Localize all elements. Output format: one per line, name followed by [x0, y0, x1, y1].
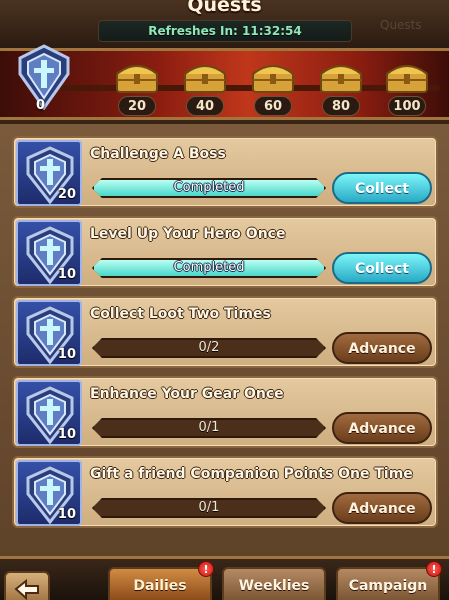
quest-title: Collect Loot Two Times — [90, 306, 271, 322]
milestone-points: 0 — [36, 98, 46, 113]
quest-shield-icon: 10 — [16, 380, 82, 446]
quest-reward-points: 10 — [57, 507, 76, 522]
quest-shield-icon: 10 — [16, 460, 82, 526]
quest-shield-icon: 10 — [16, 220, 82, 286]
quest-advance-button[interactable]: Advance — [332, 332, 432, 364]
alert-badge-icon: ! — [426, 561, 442, 577]
treasure-chest-icon[interactable] — [250, 60, 296, 94]
quest-card: 10 Enhance Your Gear Once 0/1 Advance — [12, 376, 438, 448]
quest-progress-text: 0/1 — [198, 500, 220, 515]
back-button[interactable] — [4, 571, 50, 600]
alert-badge-icon: ! — [198, 561, 214, 577]
treasure-chest-icon[interactable] — [384, 60, 430, 94]
quest-advance-button[interactable]: Advance — [332, 412, 432, 444]
quest-collect-button[interactable]: Collect — [332, 172, 432, 204]
quest-progress-text: 0/1 — [198, 420, 220, 435]
quest-progress-text: 0/2 — [198, 340, 220, 355]
quest-title: Enhance Your Gear Once — [90, 386, 284, 402]
quest-reward-points: 20 — [57, 187, 76, 202]
treasure-chest-icon[interactable] — [318, 60, 364, 94]
treasure-chest-icon[interactable] — [182, 60, 228, 94]
page-title: Quests — [187, 0, 262, 16]
quest-title: Challenge A Boss — [90, 146, 226, 162]
quest-card: 10 Gift a friend Companion Points One Tim… — [12, 456, 438, 528]
tab-weeklies[interactable]: Weeklies — [222, 567, 326, 600]
quest-progress-bar: Completed — [92, 178, 326, 198]
quest-shield-icon: 20 — [16, 140, 82, 206]
chest-threshold-label: 100 — [388, 96, 426, 116]
quest-card: 20 Challenge A Boss Completed Collect — [12, 136, 438, 208]
chest-threshold-label: 60 — [254, 96, 292, 116]
quest-shield-icon: 10 — [16, 300, 82, 366]
quest-card: 10 Level Up Your Hero Once Completed Collec… — [12, 216, 438, 288]
quest-progress-bar: 0/1 — [92, 418, 326, 438]
quest-title: Gift a friend Companion Points One Time — [90, 466, 413, 482]
quest-collect-button[interactable]: Collect — [332, 252, 432, 284]
quest-reward-points: 10 — [57, 347, 76, 362]
side-ghost-label: Quests — [380, 18, 422, 32]
chest-threshold-label: 20 — [118, 96, 156, 116]
quest-progress-bar: Completed — [92, 258, 326, 278]
quest-progress-bar: 0/2 — [92, 338, 326, 358]
quest-progress-bar: 0/1 — [92, 498, 326, 518]
quest-card: 10 Collect Loot Two Times 0/2 Advance — [12, 296, 438, 368]
quest-reward-points: 10 — [57, 427, 76, 442]
quest-list[interactable]: 20 Challenge A Boss Completed Collect 10 Leve… — [0, 124, 449, 556]
treasure-chest-icon[interactable] — [114, 60, 160, 94]
quest-progress-text: Completed — [173, 260, 245, 275]
quests-screen: Quests Quests Refreshes In: 11:32:54 0 2… — [0, 0, 449, 600]
chest-threshold-label: 40 — [186, 96, 224, 116]
quest-progress-text: Completed — [173, 180, 245, 195]
back-arrow-icon — [14, 578, 39, 600]
bottom-nav: Dailies! Weeklies Campaign! — [0, 556, 449, 600]
quest-advance-button[interactable]: Advance — [332, 492, 432, 524]
quest-reward-points: 10 — [57, 267, 76, 282]
refresh-timer: Refreshes In: 11:32:54 — [98, 20, 352, 42]
tab-dailies[interactable]: Dailies — [108, 567, 212, 600]
chest-threshold-label: 80 — [322, 96, 360, 116]
tab-campaign[interactable]: Campaign — [336, 567, 440, 600]
header: Quests Quests Refreshes In: 11:32:54 — [0, 0, 449, 50]
quest-title: Level Up Your Hero Once — [90, 226, 286, 242]
